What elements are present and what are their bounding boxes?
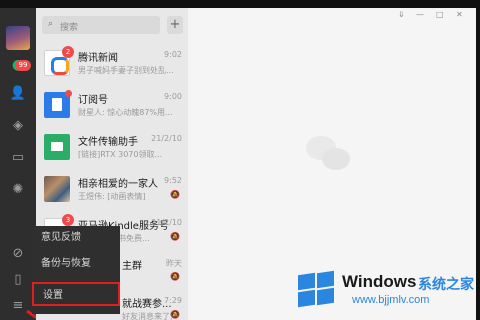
conversation-time: 9:52 [164, 176, 182, 185]
conversation-name: 文件传输助手 [78, 137, 138, 148]
close-icon[interactable]: ✕ [456, 10, 463, 19]
search-box[interactable]: ⌕ 搜索 [42, 16, 160, 34]
menu-item-settings[interactable]: 设置 [32, 282, 120, 306]
watermark-url: www.bjjmlv.com [352, 294, 430, 306]
mute-icon: 🔕 [170, 272, 180, 281]
conversation-name: 相亲相爱的一家人 [78, 179, 158, 190]
folder-icon[interactable]: ▭ [9, 148, 27, 166]
moments-icon[interactable]: ✺ [9, 180, 27, 198]
pin-icon[interactable]: ⇓ [398, 10, 405, 19]
list-item[interactable]: 相亲相爱的一家人 9:52 王煜伟: [动画表情] 🔕 [36, 170, 188, 212]
conversation-name: 主群 [122, 261, 142, 272]
search-icon: ⌕ [48, 19, 54, 29]
conversation-time: 21/2/10 [151, 134, 182, 143]
unread-badge: 2 [62, 46, 74, 58]
conversation-name: 订阅号 [78, 95, 108, 106]
phone-icon[interactable]: ▯ [9, 270, 27, 288]
unread-badge: 3 [62, 214, 74, 226]
file-transfer-avatar [44, 134, 70, 160]
unread-badge: 99 [15, 60, 31, 71]
conversation-preview: 财星人: 惊心动魄87%用... [78, 108, 173, 117]
cube-icon[interactable]: ◈ [9, 116, 27, 134]
settings-popup-menu: 意见反馈 备份与恢复 设置 [32, 226, 120, 314]
search-placeholder: 搜索 [60, 23, 79, 33]
conversation-time: 9:02 [164, 50, 182, 59]
mute-icon: 🔕 [170, 310, 180, 319]
conversation-preview: 王煜伟: [动画表情] [78, 192, 146, 201]
conversation-name: 腾讯新闻 [78, 53, 118, 64]
watermark-cn: 系统之家 [418, 277, 474, 293]
menu-item-backup[interactable]: 备份与恢复 [32, 252, 120, 276]
conversation-time: 7:29 [164, 296, 182, 305]
minimize-icon[interactable]: — [416, 10, 424, 19]
list-item[interactable]: 文件传输助手 21/2/10 [链接]RTX 3070领取... [36, 128, 188, 170]
watermark-brand: Windows [342, 272, 417, 291]
conversation-time: 昨天 [166, 259, 182, 268]
wechat-logo-icon [306, 136, 352, 176]
add-button[interactable]: + [167, 16, 183, 34]
mute-icon: 🔕 [170, 232, 180, 241]
screen-top-edge [0, 0, 480, 8]
maximize-icon[interactable]: □ [436, 10, 444, 19]
unread-dot [65, 90, 72, 97]
menu-item-feedback[interactable]: 意见反馈 [32, 226, 120, 250]
conversation-preview: 男子喊妈手妻子别到处乱... [78, 66, 174, 75]
contacts-icon[interactable]: 👤 [9, 84, 27, 102]
list-item[interactable]: 2 腾讯新闻 9:02 男子喊妈手妻子别到处乱... [36, 44, 188, 86]
mute-icon: 🔕 [170, 190, 180, 199]
windows-logo-icon [296, 270, 336, 308]
watermark: Windows 系统之家 www.bjjmlv.com [296, 268, 480, 318]
conversation-preview: [链接]RTX 3070领取... [78, 150, 163, 159]
conversation-preview: 好友消息来了, 需要... [122, 312, 172, 320]
user-avatar[interactable] [6, 26, 30, 50]
list-item[interactable]: 订阅号 9:00 财星人: 惊心动魄87%用... [36, 86, 188, 128]
conversation-time: 21/2/10 [151, 218, 182, 227]
group-avatar [44, 176, 70, 202]
conversation-time: 9:00 [164, 92, 182, 101]
nav-rail: ● 99 👤 ◈ ▭ ✺ ⊘ ▯ ≡ [0, 8, 38, 320]
mini-program-icon[interactable]: ⊘ [9, 244, 27, 262]
menu-icon[interactable]: ≡ [9, 296, 27, 314]
